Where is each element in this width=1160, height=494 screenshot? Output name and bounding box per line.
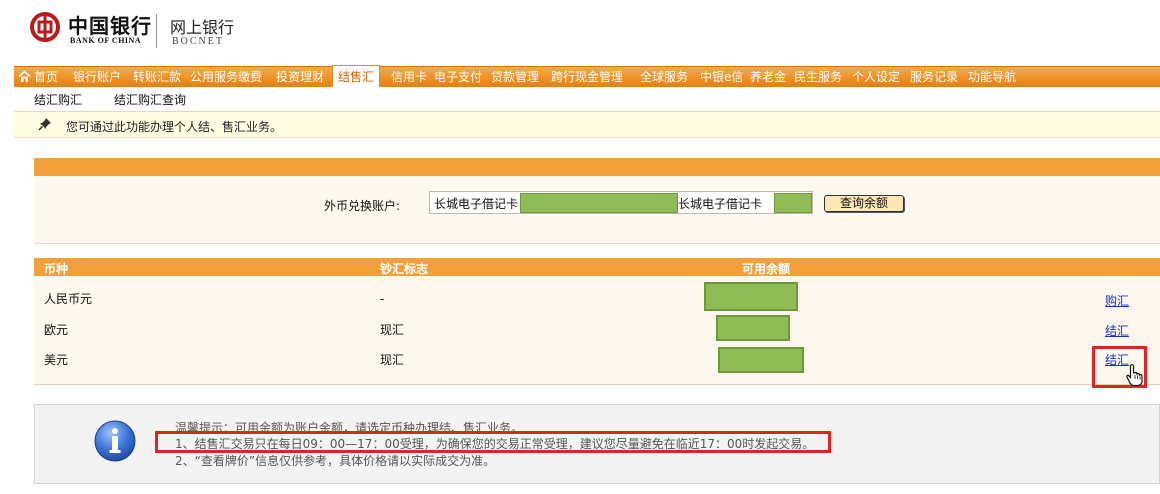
account-select[interactable]: 长城电子借记卡 长城电子借记卡 — [429, 191, 813, 214]
nav-item-credit-card[interactable]: 信用卡 — [391, 67, 427, 87]
query-balance-button[interactable]: 查询余额 — [824, 195, 904, 212]
bank-name-en: BANK OF CHINA — [70, 36, 142, 45]
nav-item-loans[interactable]: 贷款管理 — [491, 67, 539, 87]
annotation-tip-highlight — [155, 431, 831, 453]
purchase-fx-link[interactable]: 购汇 — [1105, 292, 1129, 309]
home-icon — [18, 70, 31, 82]
nav-item-livelihood[interactable]: 民生服务 — [794, 67, 842, 87]
table-header: 币种 钞汇标志 可用余额 — [34, 258, 1160, 276]
info-text: 您可通过此功能办理个人结、售汇业务。 — [66, 120, 283, 134]
currency-table: 币种 钞汇标志 可用余额 人民币元 - 购汇 欧元 现汇 结汇 美元 现汇 结汇 — [34, 258, 1160, 385]
info-icon — [94, 420, 136, 462]
cash-flag-cell: - — [380, 292, 385, 306]
nav-item-pension[interactable]: 养老金 — [750, 67, 786, 87]
table-row: 欧元 现汇 结汇 — [34, 315, 1160, 345]
tip-line-2: 2、“查看牌价”信息仅供参考，具体价格请以实际成交为准。 — [175, 454, 496, 468]
subnav-item-fx-exchange[interactable]: 结汇购汇 — [34, 91, 82, 108]
main-nav: 首页 银行账户 转账汇款 公用服务缴费 投资理财 结售汇 信用卡 电子支付 贷款… — [14, 65, 1160, 88]
nav-item-transfer[interactable]: 转账汇款 — [133, 67, 181, 87]
info-strip: 您可通过此功能办理个人结、售汇业务。 — [14, 112, 1160, 138]
pin-icon — [38, 118, 51, 131]
tips-box: 温馨提示：可用余额为账户余额，请选定币种办理结、售汇业务。 1、结售汇交易只在每… — [34, 404, 1160, 484]
masked-account-number — [520, 193, 678, 213]
nav-item-investment[interactable]: 投资理财 — [276, 67, 324, 87]
header-cash-flag: 钞汇标志 — [380, 262, 429, 276]
panel-header-bar — [34, 158, 1160, 176]
account-select-suffix: 长城电子借记卡 — [678, 197, 763, 211]
cash-flag-cell: 现汇 — [380, 323, 405, 337]
masked-balance — [704, 282, 798, 311]
subnav-item-fx-query[interactable]: 结汇购汇查询 — [114, 91, 186, 108]
nav-item-cash-management[interactable]: 跨行现金管理 — [551, 67, 623, 87]
nav-item-function-guide[interactable]: 功能导航 — [968, 67, 1016, 87]
page-header: 中国银行 BANK OF CHINA 网上银行 BOCNET — [0, 0, 1160, 62]
settle-fx-link[interactable]: 结汇 — [1105, 322, 1129, 339]
account-select-prefix: 长城电子借记卡 — [434, 197, 519, 211]
bank-of-china-logo — [30, 12, 60, 42]
nav-item-boc-e-message[interactable]: 中银e信 — [700, 67, 743, 87]
cash-flag-cell: 现汇 — [380, 353, 405, 367]
header-available-balance: 可用余额 — [742, 262, 791, 276]
nav-item-bank-accounts[interactable]: 银行账户 — [73, 67, 121, 87]
masked-balance — [716, 315, 790, 341]
service-name-en: BOCNET — [172, 36, 224, 47]
nav-item-home[interactable]: 首页 — [34, 67, 58, 87]
masked-account-number-short — [774, 193, 812, 213]
service-name-cn: 网上银行 — [170, 18, 235, 37]
brand-divider — [156, 14, 157, 48]
nav-item-e-payment[interactable]: 电子支付 — [434, 67, 482, 87]
nav-item-bill-payment[interactable]: 公用服务缴费 — [190, 67, 262, 87]
currency-cell: 欧元 — [44, 323, 69, 337]
currency-cell: 美元 — [44, 353, 69, 367]
nav-item-service-records[interactable]: 服务记录 — [910, 67, 958, 87]
currency-cell: 人民币元 — [44, 292, 93, 306]
nav-item-personal-settings[interactable]: 个人设定 — [852, 67, 900, 87]
hand-cursor-icon — [1126, 364, 1143, 387]
sub-nav: 结汇购汇 结汇购汇查询 — [14, 87, 1160, 112]
table-row: 美元 现汇 结汇 — [34, 345, 1160, 375]
header-currency: 币种 — [44, 262, 69, 276]
account-panel: 外币兑换账户: 长城电子借记卡 长城电子借记卡 查询余额 — [34, 158, 1160, 244]
account-label: 外币兑换账户: — [324, 199, 401, 213]
bank-name-cn: 中国银行 — [68, 14, 152, 38]
nav-item-fx-settlement[interactable]: 结售汇 — [332, 65, 381, 88]
masked-balance — [718, 347, 804, 373]
table-row: 人民币元 - 购汇 — [34, 282, 1160, 314]
nav-item-global-services[interactable]: 全球服务 — [640, 67, 688, 87]
